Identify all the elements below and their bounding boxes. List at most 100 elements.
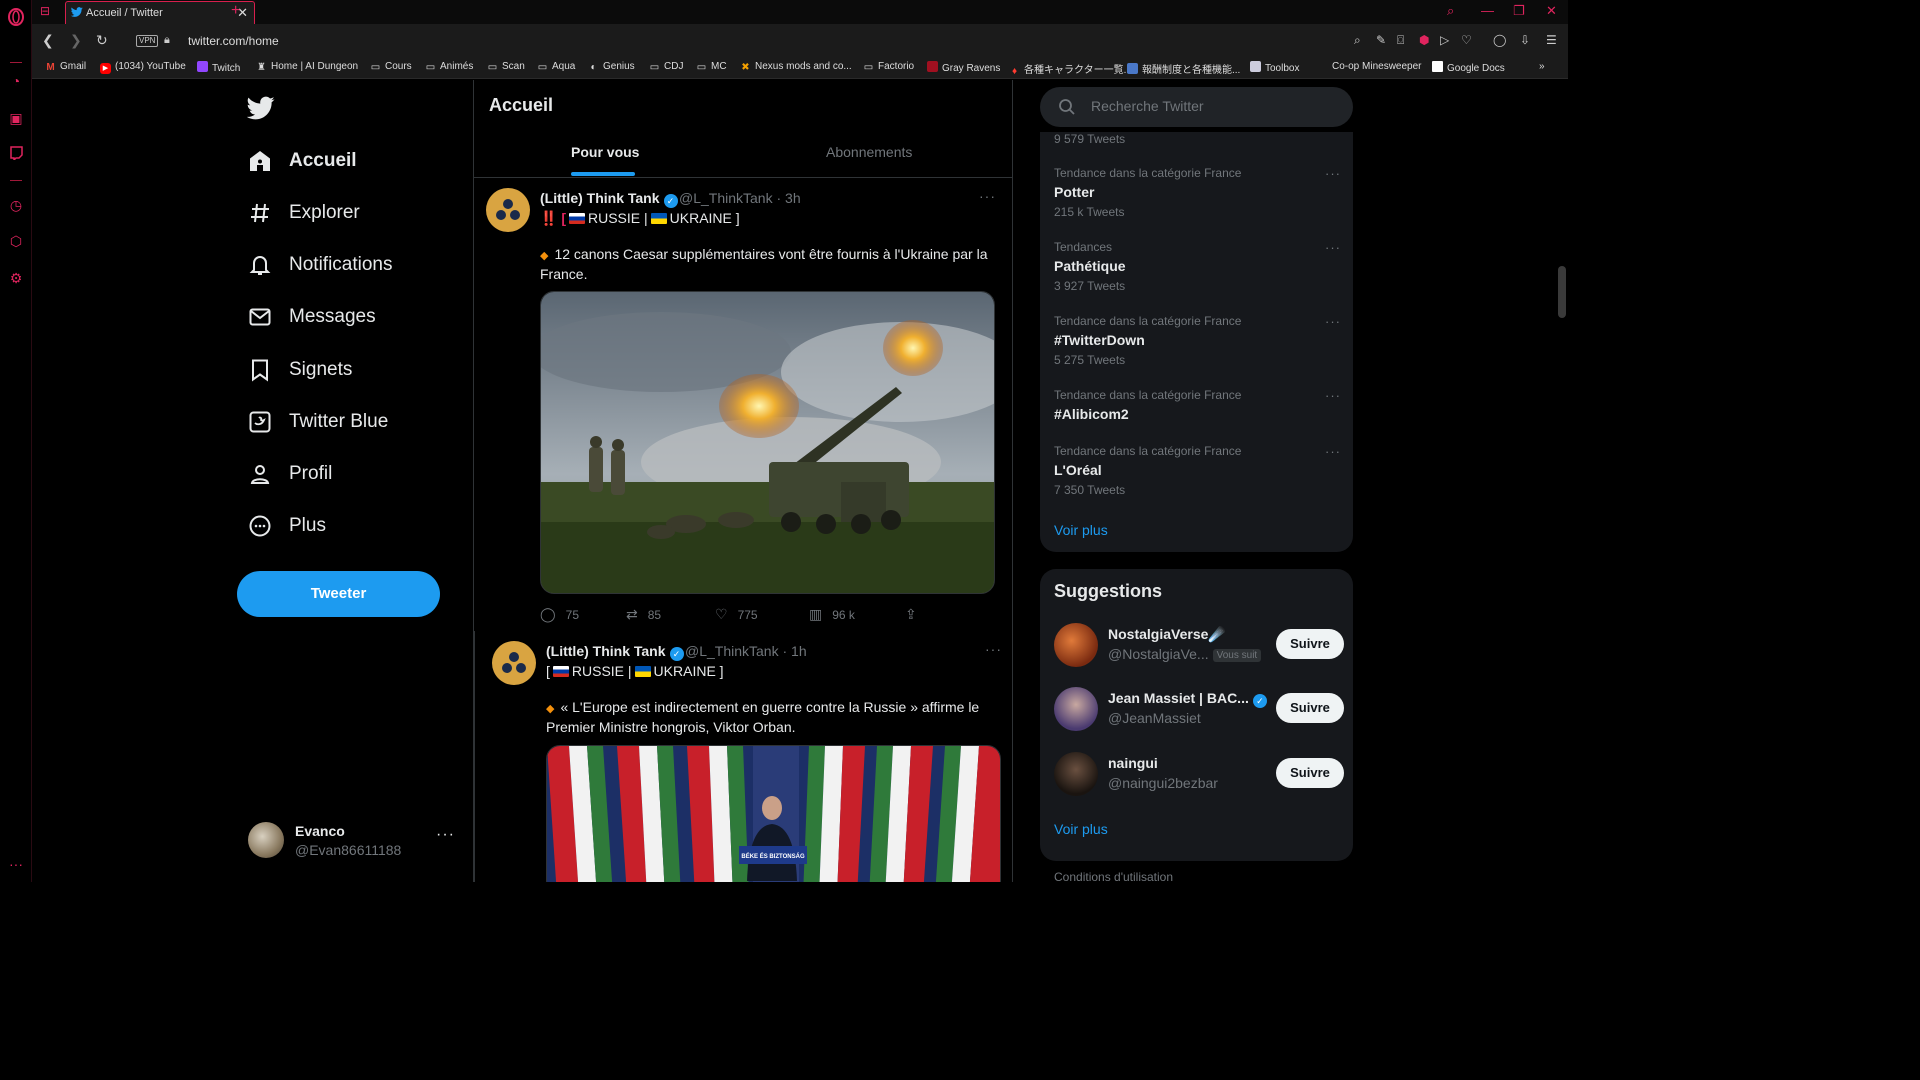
camera-icon[interactable]: ⌼ bbox=[1397, 33, 1404, 48]
back-icon[interactable]: ❮ bbox=[42, 32, 54, 49]
lock-icon[interactable]: 🔒︎ bbox=[164, 34, 170, 47]
bookmark-youtube[interactable]: ▶ (1034) YouTube bbox=[100, 61, 186, 74]
more-dots-icon[interactable]: ··· bbox=[436, 826, 455, 844]
show-more-suggestions-link[interactable]: Voir plus bbox=[1054, 821, 1108, 837]
scrollbar-thumb[interactable] bbox=[1558, 266, 1566, 318]
speed-dial-icon[interactable]: ◔ bbox=[7, 72, 25, 90]
gamepad-icon[interactable]: ⊟ bbox=[40, 4, 50, 18]
vpn-badge[interactable]: VPN bbox=[136, 35, 159, 47]
cube-icon[interactable]: ⬡ bbox=[7, 232, 25, 250]
trend-more-icon[interactable]: ··· bbox=[1325, 314, 1341, 329]
nav-item-profile[interactable]: Profil bbox=[248, 460, 332, 488]
profile-icon[interactable]: ◯ bbox=[1493, 33, 1506, 47]
bookmark-minesweeper[interactable]: Co-op Minesweeper bbox=[1332, 61, 1422, 72]
follow-button[interactable]: Suivre bbox=[1276, 693, 1344, 723]
trend-item[interactable]: Tendance dans la catégorie France L'Oréa… bbox=[1054, 444, 1344, 497]
trend-item[interactable]: Tendance dans la catégorie France Potter… bbox=[1054, 166, 1344, 219]
tweet[interactable]: (Little) Think Tank ✓ @L_ThinkTank · 3h ·… bbox=[474, 179, 1012, 629]
new-tab-icon[interactable]: + bbox=[231, 2, 240, 20]
tab-following[interactable]: Abonnements bbox=[826, 144, 912, 160]
trend-more-icon[interactable]: ··· bbox=[1325, 240, 1341, 255]
nav-item-home[interactable]: Accueil bbox=[248, 147, 357, 175]
page-scrollbar[interactable] bbox=[1556, 80, 1568, 882]
forward-icon[interactable]: ❯ bbox=[70, 32, 82, 49]
search-input[interactable]: Recherche Twitter bbox=[1040, 87, 1353, 127]
tweet-image[interactable]: BÉKE ÉS BIZTONSÁG bbox=[546, 745, 1001, 882]
tweet-button[interactable]: Tweeter bbox=[237, 571, 440, 617]
nav-item-more[interactable]: Plus bbox=[248, 512, 326, 540]
account-switcher[interactable]: Evanco @Evan86611188 ··· bbox=[246, 820, 456, 864]
tweet-image[interactable] bbox=[540, 291, 995, 594]
reload-icon[interactable]: ↻ bbox=[96, 32, 108, 49]
like-button[interactable]: ♡ 775 bbox=[715, 606, 758, 623]
zoom-icon[interactable]: ⌕ bbox=[1354, 33, 1361, 48]
terms-link[interactable]: Conditions d'utilisation bbox=[1054, 870, 1173, 882]
bookmark-toolbox[interactable]: Toolbox bbox=[1250, 61, 1299, 74]
tweet-author[interactable]: (Little) Think Tank ✓ bbox=[540, 190, 678, 208]
suggestion-item[interactable]: NostalgiaVerse☄️ @NostalgiaVe... Vous sui… bbox=[1054, 623, 1344, 673]
bookmark-factorio[interactable]: ▭ Factorio bbox=[863, 61, 914, 73]
restore-icon[interactable]: ❐ bbox=[1513, 3, 1525, 19]
follow-button[interactable]: Suivre bbox=[1276, 758, 1344, 788]
nav-item-twitter-blue[interactable]: Twitter Blue bbox=[248, 408, 388, 436]
bookmark-gmail[interactable]: M Gmail bbox=[45, 61, 86, 73]
settings-gear-icon[interactable]: ⚙ bbox=[7, 269, 25, 287]
trend-item[interactable]: Tendance dans la catégorie France #Alibi… bbox=[1054, 388, 1344, 422]
trend-item[interactable]: Tendances Pathétique 3 927 Tweets ··· bbox=[1054, 240, 1344, 293]
menu-icon[interactable]: ☰ bbox=[1546, 33, 1557, 47]
nav-item-explore[interactable]: Explorer bbox=[248, 199, 360, 227]
adblock-icon[interactable]: ⬢ bbox=[1419, 33, 1429, 47]
bookmark-ai-dungeon[interactable]: ♜ Home | AI Dungeon bbox=[256, 61, 358, 73]
bookmark-twitch[interactable]: Twitch bbox=[197, 61, 240, 74]
briefcase-icon[interactable]: ▣ bbox=[7, 109, 25, 127]
search-tabs-icon[interactable]: ⌕ bbox=[1447, 3, 1454, 19]
trend-more-icon[interactable]: ··· bbox=[1325, 166, 1341, 181]
twitch-sidebar-icon[interactable] bbox=[7, 146, 25, 164]
browser-tab-twitter[interactable]: Accueil / Twitter ✕ bbox=[65, 1, 255, 24]
tweet-avatar[interactable] bbox=[486, 188, 530, 232]
tweet-more-icon[interactable]: ··· bbox=[985, 641, 1002, 657]
views-button[interactable]: ▥ 96 k bbox=[809, 606, 855, 623]
nav-item-messages[interactable]: Messages bbox=[248, 303, 376, 331]
bookmark-nexus[interactable]: ✖ Nexus mods and co... bbox=[740, 61, 851, 73]
follow-button[interactable]: Suivre bbox=[1276, 629, 1344, 659]
url-field[interactable]: twitter.com/home bbox=[188, 34, 279, 48]
tweet[interactable]: (Little) Think Tank ✓ @L_ThinkTank · 1h ·… bbox=[474, 631, 1012, 882]
trend-more-icon[interactable]: ··· bbox=[1325, 444, 1341, 459]
show-more-trends-link[interactable]: Voir plus bbox=[1054, 522, 1108, 538]
tab-for-you[interactable]: Pour vous bbox=[571, 144, 639, 160]
bookmark-scan[interactable]: ▭ Scan bbox=[487, 61, 525, 73]
share-button[interactable]: ⇪ bbox=[905, 606, 927, 623]
tweet-avatar[interactable] bbox=[492, 641, 536, 685]
trend-item[interactable]: 9 579 Tweets bbox=[1054, 132, 1344, 146]
more-bookmarks-icon[interactable]: » bbox=[1539, 61, 1545, 72]
nav-item-bookmarks[interactable]: Signets bbox=[248, 356, 352, 384]
suggestion-item[interactable]: Jean Massiet | BAC... ✓ @JeanMassiet Suiv… bbox=[1054, 687, 1344, 737]
bookmark-rewards[interactable]: 報酬制度と各種機能... bbox=[1127, 61, 1240, 76]
suggestion-item[interactable]: naingui @naingui2bezbar Suivre bbox=[1054, 752, 1344, 802]
history-icon[interactable]: ◷ bbox=[7, 196, 25, 214]
send-icon[interactable]: ▷ bbox=[1440, 33, 1449, 47]
close-window-icon[interactable]: ✕ bbox=[1546, 3, 1557, 19]
tweet-handle[interactable]: @L_ThinkTank · 3h bbox=[679, 190, 801, 206]
tweet-more-icon[interactable]: ··· bbox=[979, 188, 996, 204]
minimize-icon[interactable]: — bbox=[1481, 3, 1494, 18]
bookmark-aqua[interactable]: ▭ Aqua bbox=[537, 61, 576, 73]
bookmark-genius[interactable]: ◐ Genius bbox=[588, 61, 634, 73]
tweet-author[interactable]: (Little) Think Tank ✓ bbox=[546, 643, 684, 661]
nav-item-notifications[interactable]: Notifications bbox=[248, 251, 393, 279]
download-icon[interactable]: ⇩ bbox=[1520, 33, 1530, 47]
bookmark-cdj[interactable]: ▭ CDJ bbox=[649, 61, 684, 73]
edit-icon[interactable]: ✎ bbox=[1376, 33, 1386, 47]
sidebar-more-icon[interactable]: ··· bbox=[7, 855, 25, 873]
bookmark-google-docs[interactable]: Google Docs bbox=[1432, 61, 1505, 74]
trend-item[interactable]: Tendance dans la catégorie France #Twitt… bbox=[1054, 314, 1344, 367]
opera-logo-icon[interactable] bbox=[7, 8, 25, 26]
trend-more-icon[interactable]: ··· bbox=[1325, 388, 1341, 403]
bookmark-mc[interactable]: ▭ MC bbox=[696, 61, 727, 73]
heart-icon[interactable]: ♡ bbox=[1461, 33, 1472, 47]
reply-button[interactable]: ◯ 75 bbox=[540, 606, 579, 623]
twitter-logo-icon[interactable] bbox=[246, 94, 275, 122]
bookmark-characters[interactable]: ♦ 各種キャラクター一覧... bbox=[1009, 61, 1132, 77]
retweet-button[interactable]: ⇄ 85 bbox=[626, 606, 661, 623]
